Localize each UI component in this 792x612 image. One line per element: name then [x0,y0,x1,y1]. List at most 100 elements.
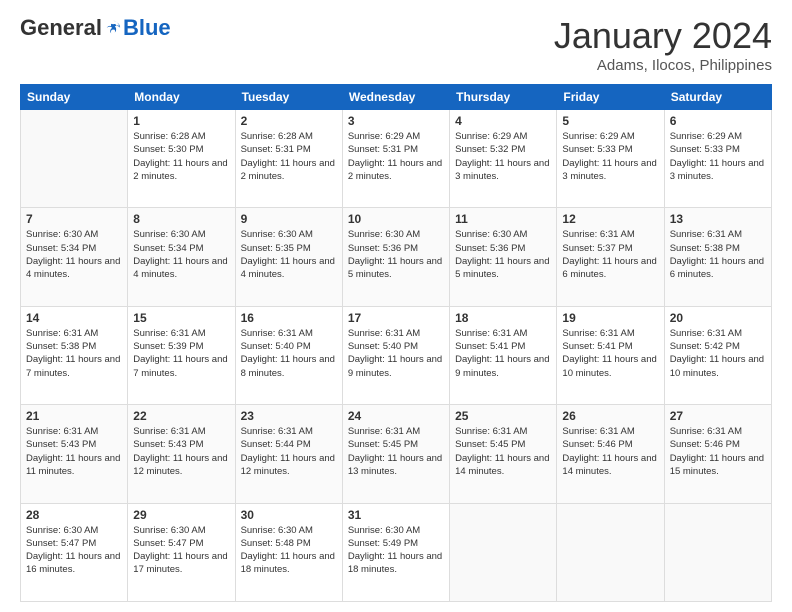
day-number: 7 [26,212,122,226]
col-header-saturday: Saturday [664,85,771,110]
day-number: 8 [133,212,229,226]
day-number: 12 [562,212,658,226]
day-number: 27 [670,409,766,423]
calendar-cell: 24 Sunrise: 6:31 AMSunset: 5:45 PMDayligh… [342,405,449,503]
day-info: Sunrise: 6:29 AMSunset: 5:33 PMDaylight:… [670,130,766,183]
calendar-cell: 2Sunrise: 6:28 AMSunset: 5:31 PMDaylight… [235,110,342,208]
day-number: 23 [241,409,337,423]
week-row-5: 28Sunrise: 6:30 AMSunset: 5:47 PMDayligh… [21,503,772,601]
day-info: Sunrise: 6:30 AMSunset: 5:49 PMDaylight:… [348,524,444,577]
day-info: Sunrise: 6:30 AMSunset: 5:36 PMDaylight:… [348,228,444,281]
logo: General Blue [20,15,171,41]
calendar-cell [557,503,664,601]
calendar-cell: 26Sunrise: 6:31 AMSunset: 5:46 PMDayligh… [557,405,664,503]
day-number: 4 [455,114,551,128]
calendar-cell [450,503,557,601]
day-number: 19 [562,311,658,325]
col-header-thursday: Thursday [450,85,557,110]
day-info: Sunrise: 6:31 AMSunset: 5:45 PMDaylight:… [348,425,444,478]
day-info: Sunrise: 6:29 AMSunset: 5:33 PMDaylight:… [562,130,658,183]
calendar-cell: 13 Sunrise: 6:31 AMSunset: 5:38 PMDayligh… [664,208,771,306]
day-number: 26 [562,409,658,423]
logo-blue: Blue [123,15,171,41]
day-number: 9 [241,212,337,226]
page: General Blue January 2024 Adams, Ilocos,… [0,0,792,612]
calendar-cell: 10 Sunrise: 6:30 AMSunset: 5:36 PMDayligh… [342,208,449,306]
day-number: 5 [562,114,658,128]
month-title: January 2024 [554,15,772,57]
calendar-cell: 21 Sunrise: 6:31 AMSunset: 5:43 PMDayligh… [21,405,128,503]
calendar-table: SundayMondayTuesdayWednesdayThursdayFrid… [20,84,772,602]
calendar-cell: 22Sunrise: 6:31 AMSunset: 5:43 PMDayligh… [128,405,235,503]
day-number: 1 [133,114,229,128]
day-number: 22 [133,409,229,423]
day-number: 6 [670,114,766,128]
calendar-cell: 20Sunrise: 6:31 AMSunset: 5:42 PMDayligh… [664,306,771,404]
day-info: Sunrise: 6:30 AMSunset: 5:34 PMDaylight:… [133,228,229,281]
col-header-monday: Monday [128,85,235,110]
day-info: Sunrise: 6:31 AMSunset: 5:42 PMDaylight:… [670,327,766,380]
day-info: Sunrise: 6:31 AMSunset: 5:44 PMDaylight:… [241,425,337,478]
header-row: SundayMondayTuesdayWednesdayThursdayFrid… [21,85,772,110]
day-number: 3 [348,114,444,128]
day-info: Sunrise: 6:31 AMSunset: 5:41 PMDaylight:… [562,327,658,380]
day-info: Sunrise: 6:30 AMSunset: 5:36 PMDaylight:… [455,228,551,281]
day-info: Sunrise: 6:30 AMSunset: 5:35 PMDaylight:… [241,228,337,281]
logo-general: General [20,15,102,41]
day-number: 2 [241,114,337,128]
calendar-cell: 17Sunrise: 6:31 AMSunset: 5:40 PMDayligh… [342,306,449,404]
day-number: 30 [241,508,337,522]
day-info: Sunrise: 6:31 AMSunset: 5:40 PMDaylight:… [348,327,444,380]
header: General Blue January 2024 Adams, Ilocos,… [20,15,772,74]
calendar-cell: 7 Sunrise: 6:30 AMSunset: 5:34 PMDaylight… [21,208,128,306]
day-number: 10 [348,212,444,226]
col-header-friday: Friday [557,85,664,110]
day-info: Sunrise: 6:30 AMSunset: 5:48 PMDaylight:… [241,524,337,577]
day-info: Sunrise: 6:31 AMSunset: 5:38 PMDaylight:… [670,228,766,281]
day-number: 29 [133,508,229,522]
day-number: 16 [241,311,337,325]
calendar-cell: 6 Sunrise: 6:29 AMSunset: 5:33 PMDaylight… [664,110,771,208]
calendar-cell: 18Sunrise: 6:31 AMSunset: 5:41 PMDayligh… [450,306,557,404]
day-number: 24 [348,409,444,423]
col-header-wednesday: Wednesday [342,85,449,110]
calendar-cell: 16 Sunrise: 6:31 AMSunset: 5:40 PMDayligh… [235,306,342,404]
logo-text: General Blue [20,15,171,41]
logo-bird-icon [104,19,122,37]
location-subtitle: Adams, Ilocos, Philippines [554,57,772,74]
day-info: Sunrise: 6:30 AMSunset: 5:34 PMDaylight:… [26,228,122,281]
calendar-cell: 4 Sunrise: 6:29 AMSunset: 5:32 PMDaylight… [450,110,557,208]
calendar-cell: 1 Sunrise: 6:28 AMSunset: 5:30 PMDaylight… [128,110,235,208]
title-area: January 2024 Adams, Ilocos, Philippines [554,15,772,74]
day-info: Sunrise: 6:31 AMSunset: 5:38 PMDaylight:… [26,327,122,380]
calendar-cell: 19 Sunrise: 6:31 AMSunset: 5:41 PMDayligh… [557,306,664,404]
day-number: 14 [26,311,122,325]
day-info: Sunrise: 6:31 AMSunset: 5:43 PMDaylight:… [26,425,122,478]
day-number: 11 [455,212,551,226]
day-info: Sunrise: 6:31 AMSunset: 5:37 PMDaylight:… [562,228,658,281]
calendar-cell: 27Sunrise: 6:31 AMSunset: 5:46 PMDayligh… [664,405,771,503]
calendar-cell: 14 Sunrise: 6:31 AMSunset: 5:38 PMDayligh… [21,306,128,404]
day-info: Sunrise: 6:31 AMSunset: 5:39 PMDaylight:… [133,327,229,380]
calendar-cell [21,110,128,208]
day-info: Sunrise: 6:28 AMSunset: 5:30 PMDaylight:… [133,130,229,183]
week-row-1: 1 Sunrise: 6:28 AMSunset: 5:30 PMDaylight… [21,110,772,208]
calendar-cell: 29Sunrise: 6:30 AMSunset: 5:47 PMDayligh… [128,503,235,601]
day-number: 21 [26,409,122,423]
calendar-cell: 31 Sunrise: 6:30 AMSunset: 5:49 PMDayligh… [342,503,449,601]
day-number: 25 [455,409,551,423]
calendar-cell: 5 Sunrise: 6:29 AMSunset: 5:33 PMDaylight… [557,110,664,208]
calendar-cell: 11 Sunrise: 6:30 AMSunset: 5:36 PMDayligh… [450,208,557,306]
day-number: 31 [348,508,444,522]
col-header-tuesday: Tuesday [235,85,342,110]
week-row-4: 21 Sunrise: 6:31 AMSunset: 5:43 PMDayligh… [21,405,772,503]
calendar-cell [664,503,771,601]
day-info: Sunrise: 6:29 AMSunset: 5:31 PMDaylight:… [348,130,444,183]
day-info: Sunrise: 6:31 AMSunset: 5:40 PMDaylight:… [241,327,337,380]
day-info: Sunrise: 6:29 AMSunset: 5:32 PMDaylight:… [455,130,551,183]
day-info: Sunrise: 6:31 AMSunset: 5:41 PMDaylight:… [455,327,551,380]
calendar-cell: 9 Sunrise: 6:30 AMSunset: 5:35 PMDaylight… [235,208,342,306]
calendar-cell: 30 Sunrise: 6:30 AMSunset: 5:48 PMDayligh… [235,503,342,601]
week-row-2: 7 Sunrise: 6:30 AMSunset: 5:34 PMDaylight… [21,208,772,306]
day-number: 13 [670,212,766,226]
